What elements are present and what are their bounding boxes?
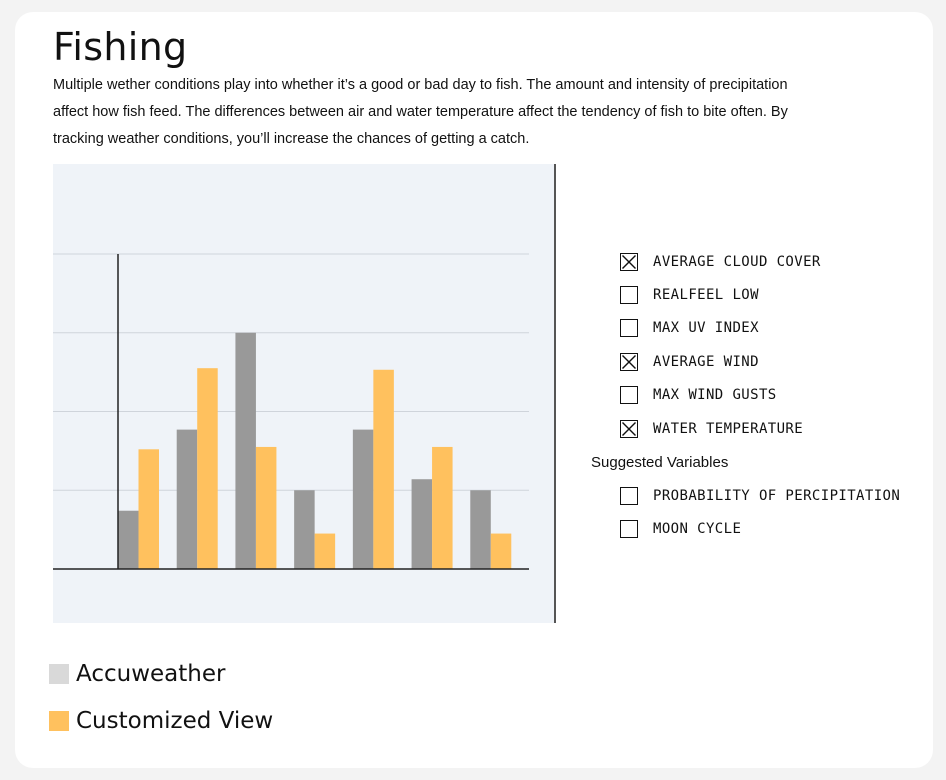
option-realfeel-low[interactable]: REALFEEL LOW: [620, 278, 821, 311]
legend-label-accuweather: Accuweather: [76, 660, 226, 687]
bar-customized-view-3: [255, 446, 277, 569]
cross-check-icon: [622, 421, 636, 436]
bar-accuweather-1: [118, 510, 139, 569]
chart-divider: [554, 164, 556, 623]
probability-of-percipitation-checkbox[interactable]: [620, 486, 638, 505]
bar-accuweather-6: [411, 479, 433, 569]
water-temperature-label: WATER TEMPERATURE: [653, 420, 804, 437]
moon-cycle-label: MOON CYCLE: [653, 521, 742, 538]
bar-accuweather-5: [352, 429, 374, 569]
option-probability-of-percipitation[interactable]: PROBABILITY OF PERCIPITATION: [620, 479, 900, 512]
suggested-variables-list: PROBABILITY OF PERCIPITATION MOON CYCLE: [620, 479, 900, 546]
max-wind-gusts-label: MAX WIND GUSTS: [653, 387, 777, 404]
bar-accuweather-3: [235, 332, 256, 569]
page-title: Fishing: [53, 25, 188, 69]
page-description: Multiple wether conditions play into whe…: [53, 77, 788, 147]
average-cloud-cover-label: AVERAGE CLOUD COVER: [653, 253, 821, 270]
max-uv-index-label: MAX UV INDEX: [653, 320, 759, 337]
suggested-variables-heading: Suggested Variables: [591, 454, 729, 471]
option-max-wind-gusts[interactable]: MAX WIND GUSTS: [620, 379, 821, 412]
variables-list: AVERAGE CLOUD COVER REALFEEL LOW MAX UV IN…: [620, 245, 821, 445]
average-cloud-cover-checkbox[interactable]: [620, 252, 638, 271]
realfeel-low-checkbox[interactable]: [620, 286, 638, 305]
legend-swatch-accuweather: [49, 663, 69, 684]
max-uv-index-checkbox[interactable]: [620, 319, 638, 338]
option-average-cloud-cover[interactable]: AVERAGE CLOUD COVER: [620, 245, 821, 278]
bar-accuweather-4: [294, 490, 315, 569]
average-wind-label: AVERAGE WIND: [653, 353, 759, 370]
bar-customized-view-4: [314, 533, 336, 569]
bar-chart: [53, 253, 529, 570]
bar-customized-view-5: [373, 369, 394, 569]
probability-of-percipitation-label: PROBABILITY OF PERCIPITATION: [653, 487, 901, 504]
option-average-wind[interactable]: AVERAGE WIND: [620, 345, 821, 378]
option-max-uv-index[interactable]: MAX UV INDEX: [620, 312, 821, 345]
option-moon-cycle[interactable]: MOON CYCLE: [620, 512, 900, 545]
legend-label-customized-view: Customized View: [76, 707, 274, 734]
max-wind-gusts-checkbox[interactable]: [620, 386, 638, 405]
option-water-temperature[interactable]: WATER TEMPERATURE: [620, 412, 821, 445]
bar-accuweather-2: [176, 429, 198, 569]
moon-cycle-checkbox[interactable]: [620, 520, 638, 539]
legend-item-accuweather: Accuweather: [49, 650, 273, 697]
water-temperature-checkbox[interactable]: [620, 419, 638, 438]
chart-legend: Accuweather Customized View: [49, 650, 273, 744]
cross-check-icon: [622, 354, 636, 369]
realfeel-low-label: REALFEEL LOW: [653, 287, 759, 304]
bar-customized-view-1: [138, 449, 159, 569]
bar-customized-view-6: [432, 446, 453, 569]
cross-check-icon: [622, 254, 636, 269]
legend-swatch-customized-view: [49, 710, 69, 731]
bar-customized-view-2: [197, 368, 218, 569]
legend-item-customized-view: Customized View: [49, 697, 273, 744]
bar-accuweather-7: [470, 490, 491, 569]
bar-customized-view-7: [490, 533, 512, 569]
average-wind-checkbox[interactable]: [620, 352, 638, 371]
